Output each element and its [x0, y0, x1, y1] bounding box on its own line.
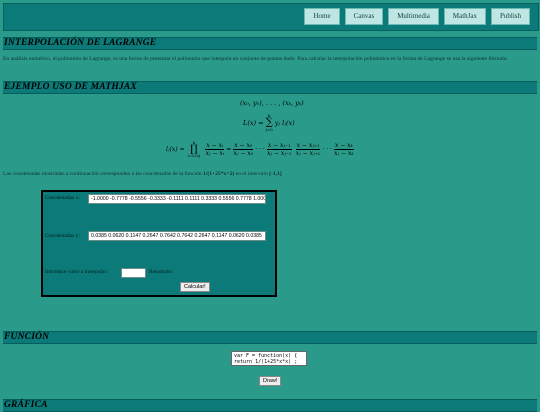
interpolation-panel: Coordenadas x: -1.0000 -0.7778 -0.5556 -…	[41, 190, 277, 297]
prod-bottom: i=0,i≠j	[187, 154, 201, 158]
nav-publish-button[interactable]: Publish	[490, 8, 530, 25]
function-code-editor[interactable]: var F = function(x) { return 1/(1+25*x*x…	[231, 351, 307, 366]
fraction-1: x − xᵢ xⱼ − xᵢ	[205, 141, 225, 157]
prod-sign: ∏	[189, 144, 198, 155]
nav-home-button[interactable]: Home	[304, 8, 340, 25]
interpolate-label: Introduce valor a interpolar:	[45, 269, 108, 275]
fraction-5: x − xₖ xⱼ − xₖ	[333, 141, 354, 157]
section-title-interpolacion: INTERPOLACIÓN DE LAGRANGE	[4, 38, 157, 48]
sum-symbol: k ∑ j=0	[266, 113, 273, 132]
result-label: Resultado:	[149, 269, 173, 275]
sum-sign: ∑	[265, 117, 273, 128]
code-line-2: return 1/(1+25*x*x) ;	[234, 359, 298, 365]
note-interval: [-1,1]	[269, 171, 282, 177]
section-interpolacion: INTERPOLACIÓN DE LAGRANGE	[3, 37, 537, 50]
dots-2: · · ·	[322, 145, 332, 153]
fraction-2: x − x₀ xⱼ − x₀	[233, 141, 254, 157]
x-coords-label: Coordenadas x:	[45, 195, 80, 201]
nav-canvas-button[interactable]: Canvas	[344, 8, 384, 25]
note-prefix: Las coordenadas mostradas a continuación…	[3, 171, 204, 177]
note-function: 1/(1+25*x^2)	[203, 171, 235, 177]
note-middle: en el intervalo	[234, 171, 270, 177]
navbar-container: Home Canvas Multimedia MathJax Publish	[3, 3, 539, 31]
top-navigation: Home Canvas Multimedia MathJax Publish	[0, 0, 540, 32]
section-title-ejemplo: EJEMPLO USO DE MATHJAX	[4, 82, 137, 92]
section-funcion: FUNCIÓN	[3, 331, 537, 344]
nav-menu: Home Canvas Multimedia MathJax Publish	[304, 8, 530, 25]
prod-symbol: k ∏ i=0,i≠j	[188, 140, 201, 158]
L-lhs: L(x) =	[243, 118, 264, 127]
draw-button[interactable]: Draw!	[259, 376, 282, 386]
L-formula: L(x) = k ∑ j=0 yⱼ lⱼ(x)	[243, 113, 295, 132]
y-coords-input[interactable]: 0.0385 0.0620 0.1147 0.2647 0.7642 0.764…	[88, 231, 266, 241]
y-coords-label: Coordenadas y:	[45, 233, 80, 239]
section-grafica: GRÁFICA	[3, 399, 537, 412]
l-lhs: lⱼ(x) =	[166, 145, 185, 153]
calculate-button[interactable]: Calcular!	[180, 282, 210, 292]
dots-1: · · ·	[255, 145, 265, 153]
nav-multimedia-button[interactable]: Multimedia	[388, 8, 439, 25]
l-formula: lⱼ(x) = k ∏ i=0,i≠j x − xᵢ xⱼ − xᵢ = x − …	[166, 140, 354, 158]
coordinates-note: Las coordenadas mostradas a continuación…	[3, 171, 282, 177]
fraction-3: x − xⱼ₋₁ xⱼ − xⱼ₋₁	[266, 141, 292, 157]
L-term: yⱼ lⱼ(x)	[274, 118, 295, 127]
section-title-grafica: GRÁFICA	[4, 400, 48, 410]
sum-bottom: j=0	[265, 127, 273, 132]
section-title-funcion: FUNCIÓN	[4, 332, 50, 342]
fraction-4: x − xⱼ₊₁ xⱼ − xⱼ₊₁	[295, 141, 321, 157]
points-formula: (x₀, y₀), . . . , (xₖ, yₖ)	[240, 99, 304, 107]
section-ejemplo: EJEMPLO USO DE MATHJAX	[3, 81, 537, 94]
interpolate-input[interactable]	[121, 268, 146, 278]
nav-mathjax-button[interactable]: MathJax	[443, 8, 486, 25]
intro-paragraph: En análisis numérico, el polinomio de La…	[3, 56, 508, 62]
x-coords-input[interactable]: -1.0000 -0.7778 -0.5556 -0.3333 -0.1111 …	[88, 194, 266, 204]
